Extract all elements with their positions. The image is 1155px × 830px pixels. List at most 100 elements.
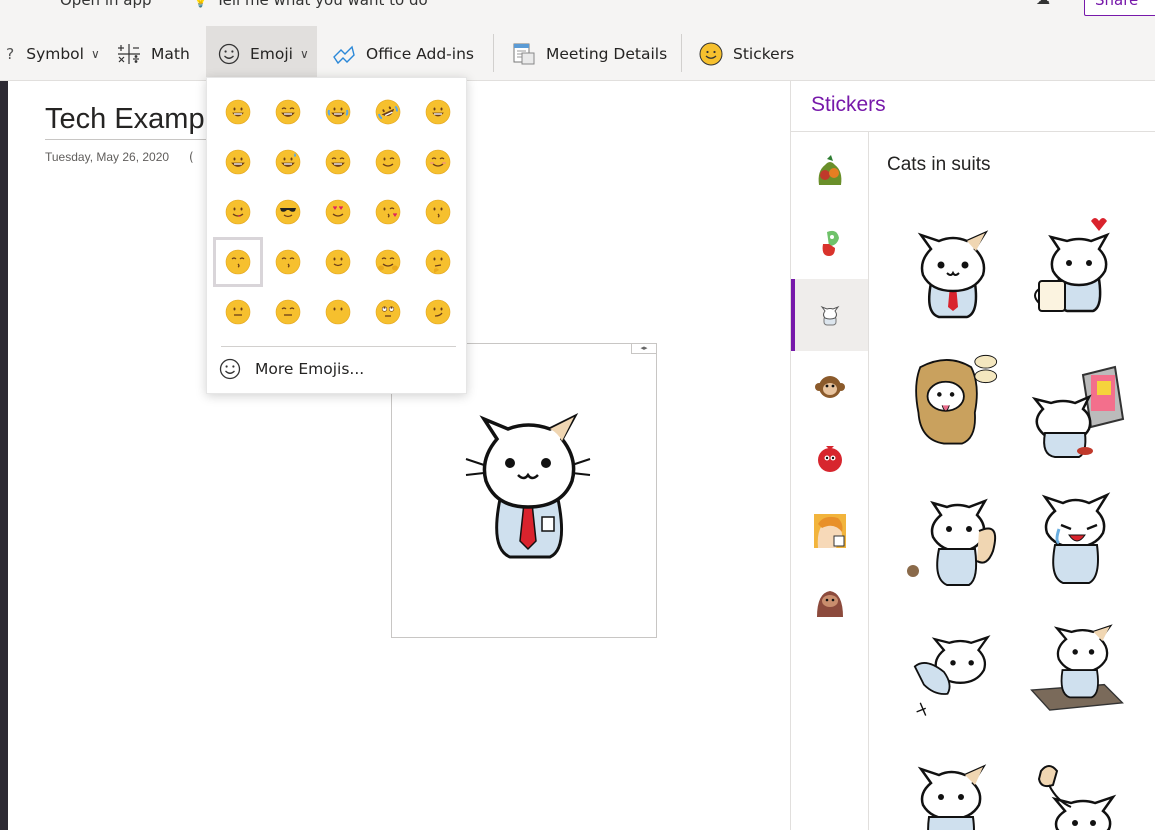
share-button[interactable]: Share (1084, 0, 1155, 16)
open-in-app-link[interactable]: Open in app (60, 0, 152, 9)
symbol-label: Symbol (26, 44, 84, 63)
emoji-neutral[interactable] (213, 287, 263, 337)
emoji-laughing[interactable] (313, 137, 363, 187)
emoji-button[interactable]: Emoji ∨ (206, 26, 317, 81)
chevron-down-icon: ∨ (90, 46, 100, 61)
emoji-face-icon (425, 299, 451, 325)
resize-handle[interactable]: ◂▸ (631, 344, 656, 354)
emoji-face-icon (325, 99, 351, 125)
top-menu-strip: Open in app 💡 Tell me what you want to d… (0, 0, 1155, 26)
emoji-sunglasses[interactable] (263, 187, 313, 237)
emoji-smiley[interactable] (413, 87, 463, 137)
meeting-details-button[interactable]: Meeting Details (512, 26, 667, 81)
emoji-grinning[interactable] (213, 87, 263, 137)
emoji-blush[interactable] (413, 137, 463, 187)
emoji-face-icon (325, 199, 351, 225)
emoji-eye-roll[interactable] (363, 287, 413, 337)
question-icon: ? (6, 44, 15, 63)
emoji-face-icon (275, 249, 301, 275)
office-addins-button[interactable]: Office Add-ins (332, 26, 474, 81)
emoji-label: Emoji (250, 44, 293, 63)
emoji-no-mouth[interactable] (313, 287, 363, 337)
emoji-heart-eyes[interactable] (313, 187, 363, 237)
meeting-details-label: Meeting Details (546, 44, 668, 63)
emoji-face-icon (425, 149, 451, 175)
emoji-beaming[interactable] (263, 87, 313, 137)
red-bird-icon (817, 446, 842, 472)
emoji-face-icon (225, 199, 251, 225)
emoji-face-icon (275, 199, 301, 225)
sticker-cat-crying[interactable] (1027, 487, 1127, 587)
sticker-category-monster[interactable] (791, 207, 868, 279)
emoji-kissing-closed-eyes[interactable] (263, 237, 313, 287)
sticker-cat-standing[interactable] (903, 221, 1003, 321)
emoji-kissing-heart[interactable] (363, 187, 413, 237)
emoji-slight-smile[interactable] (313, 237, 363, 287)
emoji-face-icon (375, 149, 401, 175)
more-emojis-label: More Emojis... (255, 360, 365, 378)
cat-icon (820, 305, 839, 326)
sticker-category-red-bird[interactable] (791, 423, 868, 495)
stickers-button[interactable]: Stickers (699, 26, 794, 81)
sticker-category-comic-woman[interactable] (791, 495, 868, 567)
sticker-cat-keyboard[interactable] (1027, 621, 1127, 721)
sticker-cat-coffee[interactable] (1027, 215, 1127, 315)
emoji-face-icon (375, 99, 401, 125)
emoji-sweat-smile[interactable] (263, 137, 313, 187)
sticker-category-monkey[interactable] (791, 351, 868, 423)
symbol-button[interactable]: ? Symbol ∨ (6, 26, 100, 81)
sticker-smiley-icon (699, 42, 723, 66)
page-date: Tuesday, May 26, 2020 (45, 150, 170, 164)
emoji-rofl[interactable] (363, 87, 413, 137)
emoji-smirk[interactable] (413, 287, 463, 337)
sloth-icon (816, 591, 843, 617)
vegetables-icon (818, 155, 841, 185)
emoji-kissing-smiling[interactable] (213, 237, 263, 287)
menu-divider (221, 346, 456, 347)
comic-woman-icon (813, 514, 846, 548)
addins-icon (332, 43, 356, 65)
sticker-cat-thinking[interactable] (903, 751, 1003, 830)
page-title[interactable]: Tech Exampl (45, 103, 211, 136)
emoji-face-icon (325, 299, 351, 325)
emoji-face-icon (325, 249, 351, 275)
sticker-cat-stretching[interactable] (1027, 761, 1127, 830)
math-button[interactable]: Math (117, 26, 190, 81)
emoji-wink[interactable] (363, 137, 413, 187)
office-addins-label: Office Add-ins (366, 44, 474, 63)
emoji-face-icon (425, 99, 451, 125)
sticker-cat-falling[interactable] (903, 621, 1003, 721)
sticker-cat-dog-costume[interactable] (903, 349, 1003, 449)
emoji-expressionless[interactable] (263, 287, 313, 337)
emoji-hugging[interactable] (363, 237, 413, 287)
sticker-category-sloth[interactable] (791, 567, 868, 639)
math-icon (117, 43, 141, 65)
emoji-face-icon (425, 249, 451, 275)
more-emojis-item[interactable]: More Emojis... (219, 358, 364, 380)
stickers-pane: Stickers Cats in suits (790, 81, 1155, 830)
share-label: Share (1095, 0, 1139, 9)
insert-ribbon: ? Symbol ∨ Math Emoji ∨ Office Add-ins M… (0, 26, 1155, 81)
pane-divider (791, 131, 1155, 132)
sticker-category-cats-in-suits[interactable] (791, 279, 868, 351)
smiley-icon (219, 358, 241, 380)
page-time: ( (189, 150, 194, 164)
tell-me-search[interactable]: Tell me what you want to do (216, 0, 428, 9)
emoji-kissing[interactable] (413, 187, 463, 237)
stickers-pane-title: Stickers (811, 93, 886, 116)
emoji-smile[interactable] (213, 137, 263, 187)
emoji-face-icon (225, 149, 251, 175)
emoji-joy[interactable] (313, 87, 363, 137)
emoji-face-icon (275, 149, 301, 175)
emoji-face-icon (375, 249, 401, 275)
emoji-face-icon (275, 299, 301, 325)
sticker-cat-computer[interactable] (1027, 359, 1127, 459)
sticker-cat-kicking[interactable] (903, 491, 1003, 591)
emoji-thinking[interactable] (413, 237, 463, 287)
emoji-yum[interactable] (213, 187, 263, 237)
math-label: Math (151, 44, 190, 63)
sticker-category-vegetables[interactable] (791, 135, 868, 207)
stickers-label: Stickers (733, 44, 795, 63)
meeting-details-icon (512, 42, 536, 66)
ribbon-divider (493, 34, 494, 72)
